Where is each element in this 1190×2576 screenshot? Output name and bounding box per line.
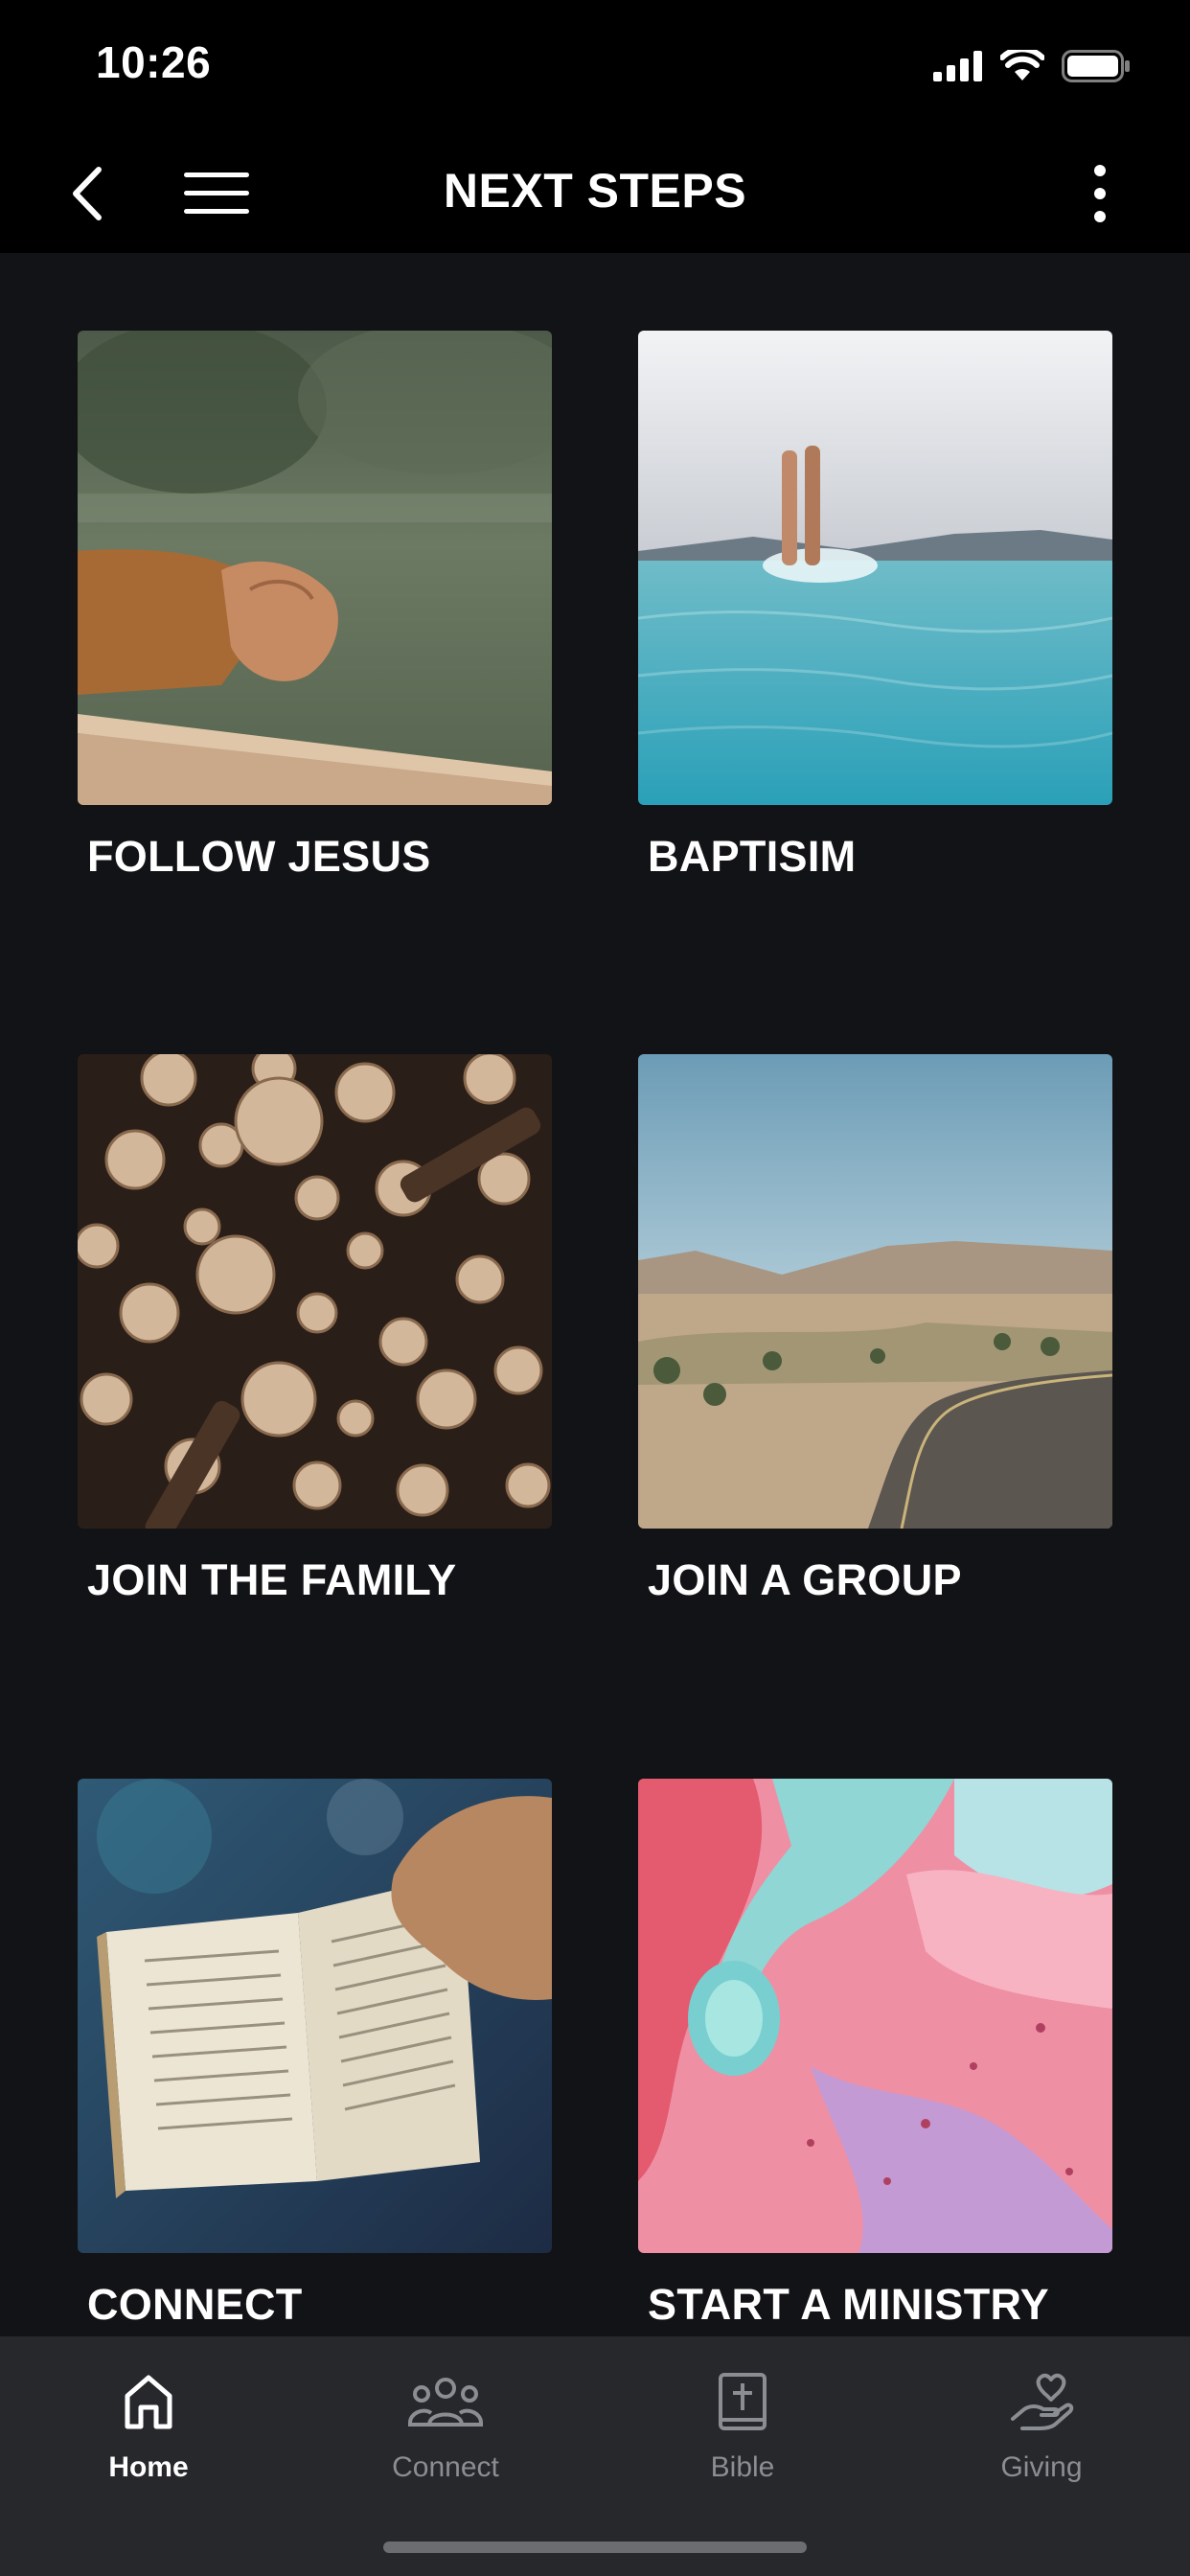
people-icon bbox=[350, 2363, 541, 2440]
status-time: 10:26 bbox=[96, 37, 212, 87]
card-label: JOIN THE FAMILY bbox=[87, 1555, 457, 1604]
tab-home[interactable]: Home bbox=[53, 2363, 244, 2484]
giving-icon bbox=[946, 2363, 1137, 2440]
status-icons bbox=[933, 50, 1131, 82]
card-label: FOLLOW JESUS bbox=[87, 832, 431, 881]
card-start-a-ministry[interactable]: START A MINISTRY bbox=[638, 1779, 1112, 2330]
start-ministry-image bbox=[638, 1779, 1112, 2253]
join-group-image bbox=[638, 1054, 1112, 1529]
more-vertical-icon bbox=[1094, 165, 1106, 222]
status-bar: 10:26 bbox=[0, 0, 1190, 134]
tab-connect[interactable]: Connect bbox=[350, 2363, 541, 2484]
card-label: JOIN A GROUP bbox=[648, 1555, 962, 1604]
nav-bar: NEXT STEPS bbox=[0, 134, 1190, 253]
next-steps-grid: FOLLOW JESUS BAPTISIM JOIN THE FAMILY JO… bbox=[0, 253, 1190, 2336]
card-connect[interactable]: CONNECT bbox=[78, 1779, 552, 2330]
follow-jesus-image bbox=[78, 331, 552, 805]
page-title: NEXT STEPS bbox=[443, 164, 747, 218]
card-join-a-group[interactable]: JOIN A GROUP bbox=[638, 1054, 1112, 1605]
card-follow-jesus[interactable]: FOLLOW JESUS bbox=[78, 331, 552, 882]
card-label: START A MINISTRY bbox=[648, 2280, 1049, 2329]
tab-bar: Home Connect Bible Giving bbox=[0, 2336, 1190, 2576]
wifi-icon bbox=[1000, 50, 1044, 80]
home-icon bbox=[53, 2363, 244, 2440]
card-join-the-family[interactable]: JOIN THE FAMILY bbox=[78, 1054, 552, 1605]
battery-icon bbox=[1062, 50, 1130, 82]
tab-label: Bible bbox=[710, 2451, 775, 2483]
tab-giving[interactable]: Giving bbox=[946, 2363, 1137, 2484]
card-label: BAPTISIM bbox=[648, 832, 857, 881]
join-family-image bbox=[78, 1054, 552, 1529]
connect-image bbox=[78, 1779, 552, 2253]
baptism-image bbox=[638, 331, 1112, 805]
tab-label: Giving bbox=[1000, 2451, 1083, 2483]
card-label: CONNECT bbox=[87, 2280, 303, 2329]
bible-icon bbox=[647, 2363, 838, 2440]
tab-label: Home bbox=[108, 2451, 189, 2483]
signal-icon bbox=[933, 51, 982, 81]
tab-bible[interactable]: Bible bbox=[647, 2363, 838, 2484]
home-indicator[interactable] bbox=[383, 2542, 807, 2553]
tab-label: Connect bbox=[392, 2451, 499, 2483]
more-options-button[interactable] bbox=[1071, 155, 1129, 232]
card-baptisim[interactable]: BAPTISIM bbox=[638, 331, 1112, 882]
